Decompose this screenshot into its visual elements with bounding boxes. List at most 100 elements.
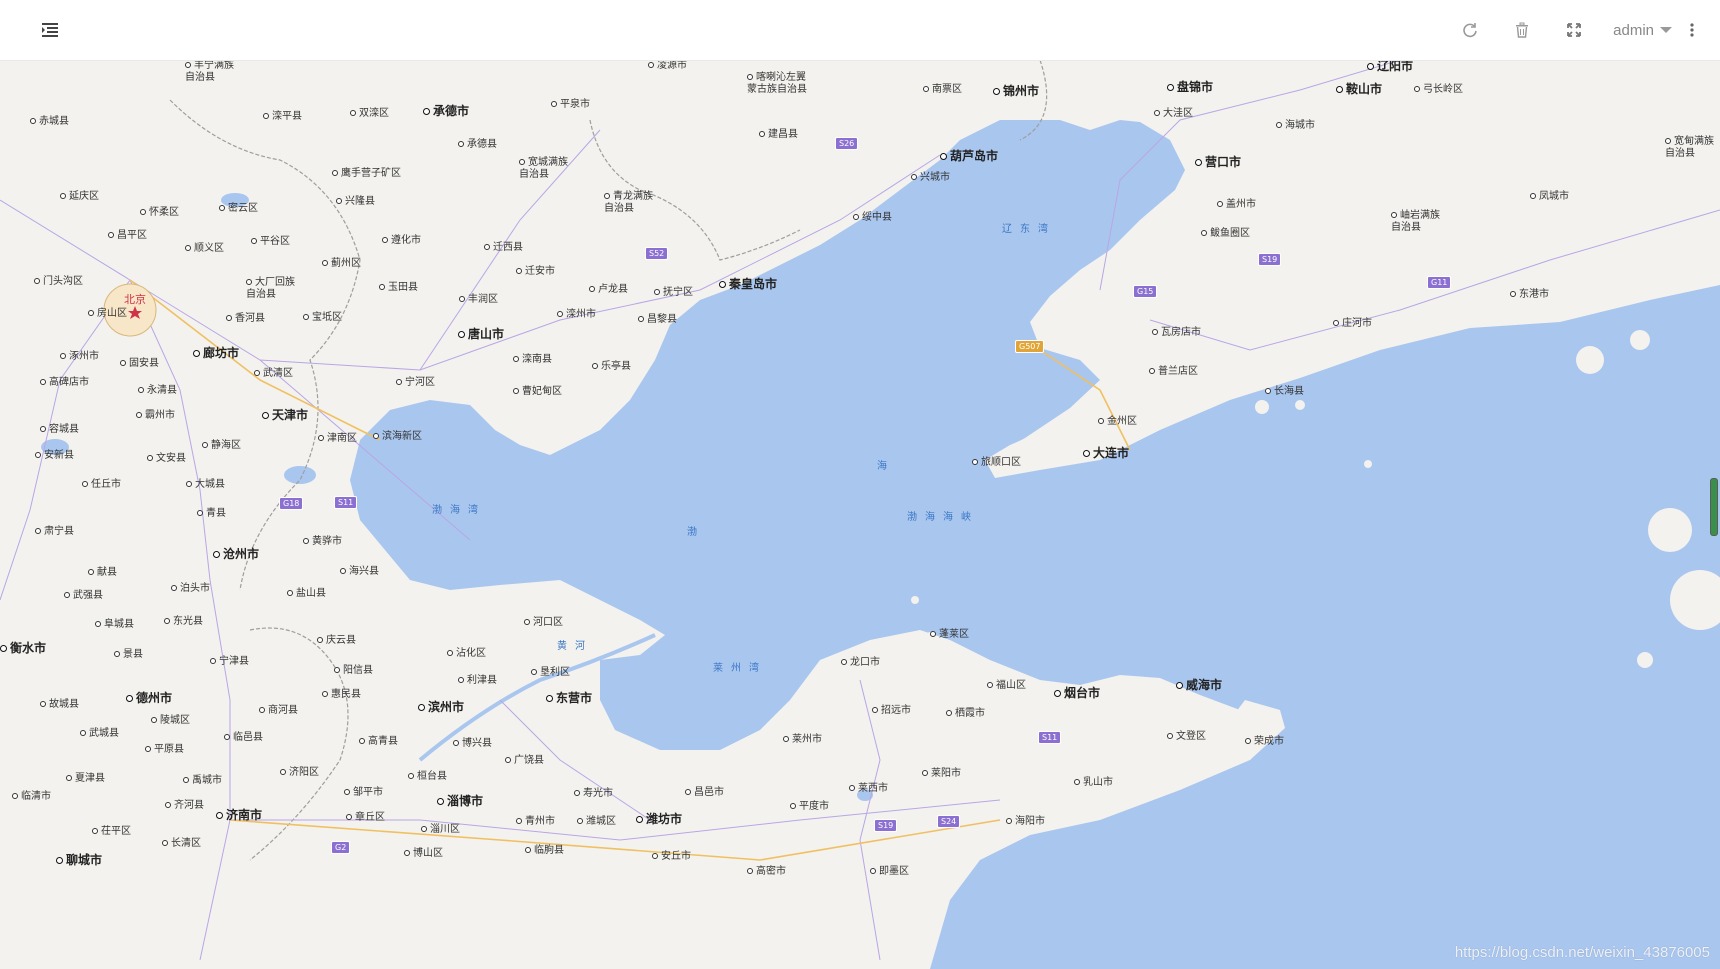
county-label: 宽甸满族 自治县 — [1665, 136, 1714, 159]
city-label: 利津县 — [458, 675, 497, 687]
city-label: 阜城县 — [95, 619, 134, 631]
city-label: 盖州市 — [1217, 199, 1256, 211]
city-label: 垦利区 — [531, 667, 570, 679]
fullscreen-icon[interactable] — [1562, 18, 1586, 42]
city-label: 济南市 — [216, 809, 262, 821]
city-label: 迁西县 — [484, 242, 523, 254]
city-label: 平原县 — [145, 744, 184, 756]
city-label: 迁安市 — [516, 266, 555, 278]
road-shield: G18 — [279, 497, 304, 510]
city-label: 滦南县 — [513, 354, 552, 366]
city-label: 武强县 — [64, 590, 103, 602]
city-label: 葫芦岛市 — [940, 150, 998, 162]
road-shield: S26 — [835, 137, 859, 150]
city-label: 承德市 — [423, 105, 469, 117]
city-label: 蓬莱区 — [930, 629, 969, 641]
user-name: admin — [1613, 21, 1654, 39]
user-menu[interactable]: admin — [1613, 18, 1672, 42]
city-label: 即墨区 — [870, 866, 909, 878]
city-label: 大连市 — [1083, 447, 1129, 459]
city-label: 鞍山市 — [1336, 83, 1382, 95]
city-label: 滦平县 — [263, 111, 302, 123]
city-label: 威海市 — [1176, 679, 1222, 691]
city-label: 沧州市 — [213, 548, 259, 560]
city-label: 阳信县 — [334, 665, 373, 677]
city-label: 高青县 — [359, 736, 398, 748]
city-label: 丰润区 — [459, 294, 498, 306]
city-label: 门头沟区 — [34, 276, 83, 288]
city-label: 建昌县 — [759, 129, 798, 141]
city-label: 聊城市 — [56, 854, 102, 866]
city-label: 永清县 — [138, 385, 177, 397]
city-label: 博山区 — [404, 848, 443, 860]
city-label: 福山区 — [987, 680, 1026, 692]
capital-label: 北京 — [124, 293, 146, 306]
city-label: 莱西市 — [849, 783, 888, 795]
city-label: 滨州市 — [418, 701, 464, 713]
city-label: 天津市 — [262, 409, 308, 421]
city-label: 旅顺口区 — [972, 457, 1021, 469]
sea-label: 渤海湾 — [432, 505, 486, 516]
city-label: 绥中县 — [853, 212, 892, 224]
city-label: 房山区 — [88, 308, 127, 320]
city-label: 辽阳市 — [1367, 60, 1413, 72]
city-label: 荣成市 — [1245, 736, 1284, 748]
city-label: 兴城市 — [911, 172, 950, 184]
city-label: 景县 — [114, 649, 143, 661]
city-label: 青州市 — [516, 816, 555, 828]
city-label: 廊坊市 — [193, 347, 239, 359]
city-label: 平谷区 — [251, 236, 290, 248]
watermark: https://blog.csdn.net/weixin_43876005 — [1454, 944, 1710, 961]
city-label: 栖霞市 — [946, 708, 985, 720]
city-label: 蓟州区 — [322, 258, 361, 270]
sea-label: 莱州湾 — [713, 663, 767, 674]
city-label: 安新县 — [35, 450, 74, 462]
city-label: 瓦房店市 — [1152, 327, 1201, 339]
city-label: 任丘市 — [82, 479, 121, 491]
city-label: 招远市 — [872, 705, 911, 717]
road-shield: S11 — [1038, 731, 1062, 744]
city-label: 昌平区 — [108, 230, 147, 242]
city-label: 密云区 — [219, 203, 258, 215]
city-label: 东港市 — [1510, 289, 1549, 301]
city-label: 静海区 — [202, 440, 241, 452]
more-vertical-icon[interactable] — [1686, 18, 1698, 42]
city-label: 陵城区 — [151, 715, 190, 727]
city-label: 宁津县 — [210, 656, 249, 668]
refresh-icon[interactable] — [1458, 18, 1482, 42]
road-shield: S11 — [334, 496, 358, 509]
city-label: 广饶县 — [505, 755, 544, 767]
city-label: 博兴县 — [453, 738, 492, 750]
road-shield: S24 — [937, 815, 961, 828]
city-label: 卢龙县 — [589, 284, 628, 296]
city-label: 津南区 — [318, 433, 357, 445]
city-label: 衡水市 — [0, 642, 46, 654]
sea-label: 辽东湾 — [1002, 224, 1056, 235]
city-label: 盘锦市 — [1167, 81, 1213, 93]
menu-fold-icon[interactable] — [38, 18, 62, 42]
city-label: 临朐县 — [525, 845, 564, 857]
city-label: 玉田县 — [379, 282, 418, 294]
city-label: 大城县 — [186, 479, 225, 491]
zoom-slider-handle[interactable] — [1710, 478, 1718, 536]
city-label: 秦皇岛市 — [719, 278, 777, 290]
city-label: 夏津县 — [66, 773, 105, 785]
city-label: 唐山市 — [458, 328, 504, 340]
city-label: 章丘区 — [346, 812, 385, 824]
road-shield: G11 — [1427, 276, 1452, 289]
trash-icon[interactable] — [1510, 18, 1534, 42]
city-label: 平泉市 — [551, 99, 590, 111]
city-label: 抚宁区 — [654, 287, 693, 299]
city-label: 承德县 — [458, 139, 497, 151]
city-label: 延庆区 — [60, 191, 99, 203]
city-label: 海兴县 — [340, 566, 379, 578]
city-label: 文登区 — [1167, 731, 1206, 743]
city-label: 大洼区 — [1154, 108, 1193, 120]
city-label: 武城县 — [80, 728, 119, 740]
city-label: 龙口市 — [841, 657, 880, 669]
city-label: 莱州市 — [783, 734, 822, 746]
city-label: 沾化区 — [447, 648, 486, 660]
city-label: 固安县 — [120, 358, 159, 370]
city-label: 曹妃甸区 — [513, 386, 562, 398]
map-view[interactable]: 承德市 锦州市 盘锦市 辽阳市 鞍山市 葫芦岛市 营口市 秦皇岛市 唐山市 廊坊市 天津市 大连市 沧州… — [0, 60, 1720, 969]
